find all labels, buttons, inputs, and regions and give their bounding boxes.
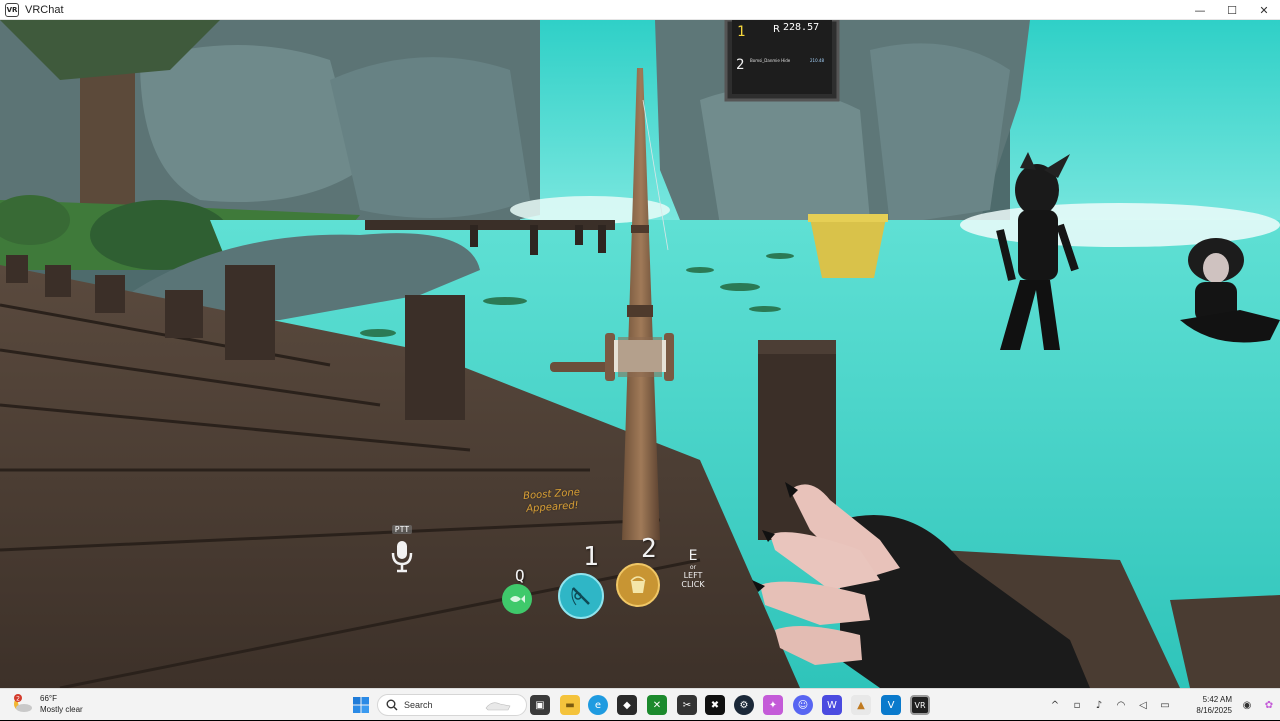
clock-date: 8/16/2025 [1196, 706, 1232, 715]
action-key: E [688, 548, 698, 564]
wifi-icon[interactable]: ◠ [1110, 689, 1132, 721]
microphone-icon [391, 541, 413, 573]
windows-start-button[interactable] [351, 695, 371, 715]
windows-taskbar: 2 66°F Mostly clear ▣ ▬ e ◆ ✕ ✂ ✖ ⚙ ✦ ☺ [0, 688, 1280, 720]
clock-time: 5:42 AM [1202, 695, 1232, 704]
ptt-label: PTT [391, 525, 413, 534]
fishing-rod-icon [571, 587, 590, 606]
push-to-talk-indicator: PTT [388, 517, 416, 577]
vrchat-app-icon: VR [5, 2, 19, 17]
maximize-button[interactable]: ☐ [1216, 0, 1248, 20]
weather-widget[interactable]: 2 66°F Mostly clear [12, 693, 83, 715]
windows-logo-icon [353, 697, 369, 713]
leaderboard-rank-1: 1 [737, 24, 745, 40]
leaderboard-name-2: Bomsi_Danmie Hide [750, 58, 791, 63]
visual-studio-button[interactable]: V [881, 695, 901, 715]
taskbar-clock[interactable]: 5:42 AM 8/16/2025 [1176, 694, 1232, 716]
window-controls: — ☐ ✕ [1184, 0, 1280, 20]
leaderboard-sign: 1 R 228.57 2 Bomsi_Danmie Hide 210.48 [724, 20, 840, 102]
moon-cloud-icon: 2 [12, 693, 34, 715]
system-tray: ^ ▫ ♪ ◠ ◁ ▭ 5:42 AM 8/16/2025 ◉ ✿ [1044, 689, 1280, 721]
edge-icon: e [594, 699, 602, 711]
edge-browser-button[interactable]: e [588, 695, 608, 715]
search-highlight-icon [485, 702, 511, 711]
search-input[interactable] [404, 700, 484, 710]
action-key-hint: E or LEFT CLICK [676, 548, 710, 589]
vrchat-taskbar-button[interactable]: VR [910, 695, 930, 715]
capcut-icon: ✖ [710, 699, 720, 711]
slot-q-key: Q [515, 566, 525, 585]
leaderboard-value-1: 228.57 [783, 22, 819, 33]
discord-icon: ☺ [797, 699, 809, 711]
app-dark-icon: ◆ [623, 699, 631, 711]
tray-app-icon[interactable]: ▫ [1066, 689, 1088, 721]
slot-1-key: 1 [583, 542, 599, 572]
vrchat-icon: VR [914, 700, 926, 710]
file-explorer-button[interactable]: ▬ [560, 695, 580, 715]
copilot-icon: ✦ [768, 699, 778, 711]
copilot-tray-icon[interactable]: ✿ [1258, 689, 1280, 721]
snipping-tool-button[interactable]: ✂ [677, 695, 697, 715]
action-label: LEFT CLICK [681, 571, 705, 589]
tray-overflow-button[interactable]: ^ [1044, 689, 1066, 721]
close-button[interactable]: ✕ [1248, 0, 1280, 20]
slot-fishing-rod-button[interactable] [558, 573, 604, 619]
slot-2-key: 2 [641, 534, 657, 564]
leaderboard-value-2: 210.48 [810, 58, 824, 63]
window-title: VRChat [25, 3, 64, 16]
shopping-bag-icon: ▲ [857, 699, 865, 711]
bucket [810, 218, 886, 278]
folder-icon: ▬ [565, 699, 575, 711]
game-viewport[interactable]: 1 R 228.57 2 Bomsi_Danmie Hide 210.48 Bo… [0, 20, 1280, 688]
minimize-button[interactable]: — [1184, 0, 1216, 20]
slot-bucket-button[interactable] [616, 563, 660, 607]
capcut-button[interactable]: ✖ [705, 695, 725, 715]
volume-icon[interactable]: ◁ [1132, 689, 1154, 721]
xbox-icon: ✕ [652, 699, 662, 711]
snip-icon: ✂ [682, 699, 692, 711]
dock-post [6, 255, 28, 283]
weather-desc: Mostly clear [40, 705, 83, 714]
action-or: or [689, 564, 697, 571]
fish-icon [510, 595, 525, 603]
svg-text:R: R [773, 24, 780, 35]
copilot-button[interactable]: ✦ [763, 695, 783, 715]
task-view-icon: ▣ [535, 699, 545, 711]
vs-icon: V [887, 699, 895, 711]
search-icon [386, 699, 398, 711]
shopping-button[interactable]: ▲ [851, 695, 871, 715]
discord-button[interactable]: ☺ [793, 695, 813, 715]
task-view-button[interactable]: ▣ [530, 695, 550, 715]
leaderboard-rank-2: 2 [736, 57, 744, 73]
app-button-dark[interactable]: ◆ [617, 695, 637, 715]
microphone-tray-icon[interactable]: ♪ [1088, 689, 1110, 721]
weather-temp: 66°F [40, 694, 57, 703]
weather-badge: 2 [16, 696, 20, 703]
taskbar-search[interactable] [377, 694, 527, 716]
slot-fish-button[interactable] [502, 584, 532, 614]
bucket-icon [630, 576, 646, 593]
xbox-button[interactable]: ✕ [647, 695, 667, 715]
steam-icon: ⚙ [739, 699, 749, 711]
notification-bell-icon[interactable]: ◉ [1236, 689, 1258, 721]
wacom-icon: W [827, 699, 837, 711]
steam-button[interactable]: ⚙ [734, 695, 754, 715]
battery-icon[interactable]: ▭ [1154, 689, 1176, 721]
window-titlebar: VR VRChat — ☐ ✕ [0, 0, 1280, 20]
wacom-button[interactable]: W [822, 695, 842, 715]
